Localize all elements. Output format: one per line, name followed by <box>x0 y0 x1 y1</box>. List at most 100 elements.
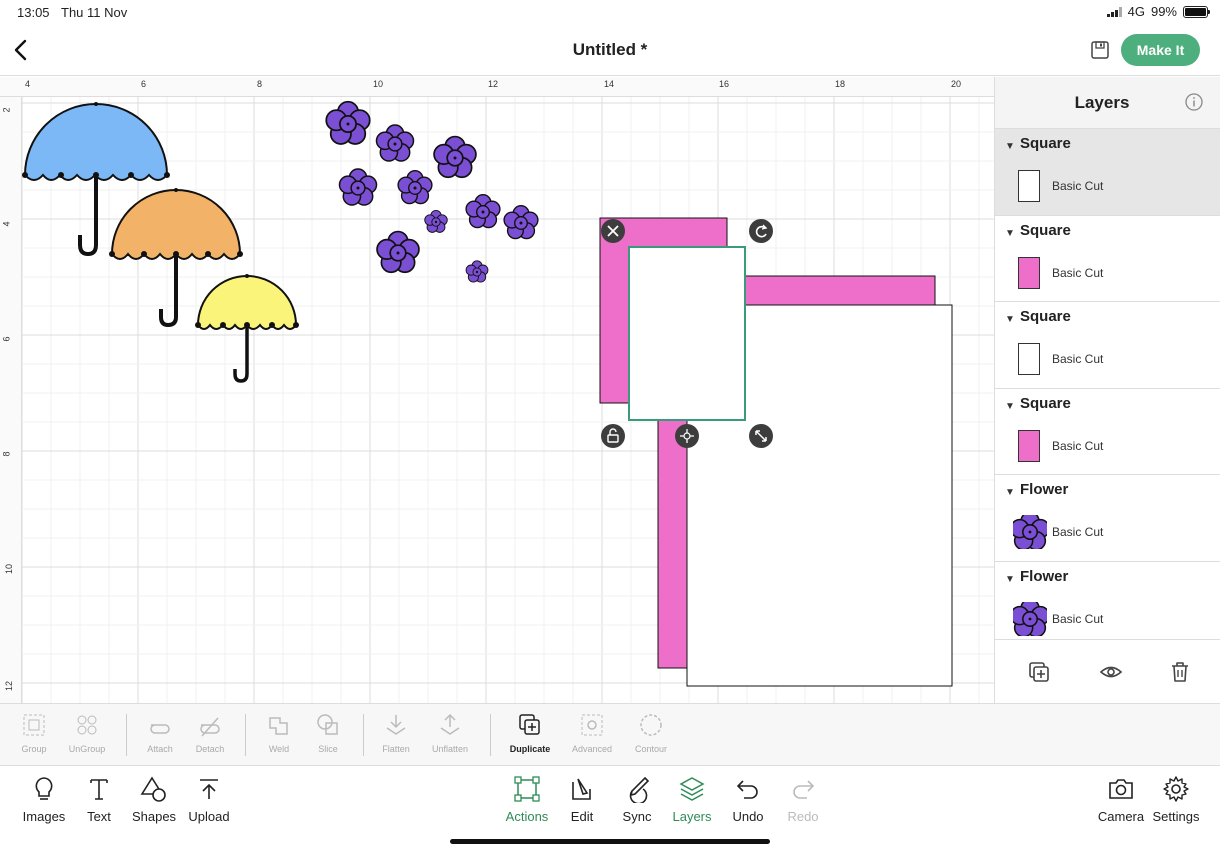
square-white-selected[interactable] <box>628 246 746 421</box>
layer-group-name: Flower <box>1020 567 1069 585</box>
layer-name[interactable]: Basic Cut <box>1052 612 1103 626</box>
edit-icon <box>572 778 591 800</box>
layer-name[interactable]: Basic Cut <box>1052 525 1103 539</box>
group-label: Group <box>21 744 47 754</box>
layers-footer <box>995 639 1220 703</box>
info-icon[interactable] <box>1185 93 1203 111</box>
delete-handle-icon[interactable] <box>601 219 625 243</box>
canvas-artwork <box>22 100 953 687</box>
shapes-icon <box>140 776 166 802</box>
settings-button[interactable]: Settings <box>1144 775 1208 824</box>
layer-group-square[interactable]: ▼ Square Basic Cut <box>995 302 1220 389</box>
actions-label: Actions <box>505 809 549 824</box>
collapse-triangle-icon[interactable]: ▼ <box>1005 574 1015 585</box>
layer-group-name: Square <box>1020 394 1071 412</box>
shapes-label: Shapes <box>131 809 177 824</box>
eye-icon[interactable] <box>1099 660 1123 684</box>
advanced-icon <box>581 714 603 736</box>
detach-label: Detach <box>195 744 225 754</box>
slice-button[interactable]: Slice <box>298 712 358 754</box>
separator <box>245 714 246 756</box>
layer-name[interactable]: Basic Cut <box>1052 352 1103 366</box>
status-right: 4G 99% <box>1106 4 1210 19</box>
detach-icon <box>200 717 220 737</box>
collapse-triangle-icon[interactable]: ▼ <box>1005 487 1015 498</box>
ungroup-button[interactable]: UnGroup <box>57 712 117 754</box>
layer-name[interactable]: Basic Cut <box>1052 266 1103 280</box>
lock-handle-icon[interactable] <box>601 424 625 448</box>
separator <box>363 714 364 756</box>
text-icon <box>90 779 108 800</box>
layer-group-square[interactable]: ▼ Square Basic Cut <box>995 216 1220 302</box>
edit-toolbar: Group UnGroup Attach Detach Weld Slice F… <box>0 703 1220 766</box>
layer-group-square[interactable]: ▼ Square Basic Cut <box>995 389 1220 475</box>
duplicate-button[interactable]: Duplicate <box>500 712 560 754</box>
upload-icon <box>200 779 218 799</box>
project-title: Untitled * <box>572 40 648 59</box>
separator <box>490 714 491 756</box>
move-handle-icon[interactable] <box>675 424 699 448</box>
square-thumbnail <box>1018 343 1040 375</box>
contour-icon <box>640 714 662 736</box>
contour-button[interactable]: Contour <box>621 712 681 754</box>
actions-icon <box>514 776 540 802</box>
edit-label: Edit <box>570 809 594 824</box>
unflatten-button[interactable]: Unflatten <box>420 712 480 754</box>
layer-group-flower[interactable]: ▼ Flower Basic Cut <box>995 475 1220 562</box>
undo-label: Undo <box>732 809 764 824</box>
ungroup-label: UnGroup <box>68 744 106 754</box>
unflatten-icon <box>440 713 460 735</box>
umbrella-yellow[interactable] <box>195 274 299 383</box>
advanced-button[interactable]: Advanced <box>562 712 622 754</box>
layers-header: Layers <box>995 77 1220 129</box>
save-icon[interactable] <box>1090 40 1110 60</box>
flower-cluster[interactable] <box>325 100 539 283</box>
layer-group-square[interactable]: ▼ Square Basic Cut <box>995 129 1220 216</box>
layer-name[interactable]: Basic Cut <box>1052 179 1103 193</box>
flatten-button[interactable]: Flatten <box>366 712 426 754</box>
group-button[interactable]: Group <box>4 712 64 754</box>
collapse-triangle-icon[interactable]: ▼ <box>1005 314 1015 325</box>
layers-list: ▼ Square Basic Cut ▼ Square Basic Cut ▼ Square B… <box>995 129 1220 648</box>
signal-icon <box>1106 6 1122 17</box>
separator <box>126 714 127 756</box>
weld-label: Weld <box>268 744 290 754</box>
layers-button[interactable]: Layers <box>660 775 724 824</box>
lightbulb-icon <box>35 777 53 800</box>
sync-pen-icon <box>629 776 650 803</box>
layer-group-name: Flower <box>1020 481 1069 498</box>
settings-label: Settings <box>1152 809 1200 824</box>
layer-group-flower[interactable]: ▼ Flower Basic Cut <box>995 562 1220 648</box>
status-bar: 13:05 Thu 11 Nov 4G 99% <box>0 0 1220 24</box>
redo-icon <box>793 780 815 799</box>
layer-name[interactable]: Basic Cut <box>1052 439 1103 453</box>
status-date: Thu 11 Nov <box>61 5 128 20</box>
battery-label: 99% <box>1150 4 1177 19</box>
battery-icon <box>1183 5 1210 18</box>
collapse-triangle-icon[interactable]: ▼ <box>1005 401 1015 412</box>
rotate-handle-icon[interactable] <box>749 219 773 243</box>
resize-handle-icon[interactable] <box>749 424 773 448</box>
layers-label: Layers <box>672 809 712 824</box>
images-label: Images <box>22 809 66 824</box>
duplicate-icon[interactable] <box>1027 660 1051 684</box>
bottom-toolbar: Images Text Shapes Upload Actions Edit S… <box>0 767 1220 853</box>
redo-label: Redo <box>787 809 819 824</box>
contour-label: Contour <box>634 744 668 754</box>
layers-icon <box>679 777 705 801</box>
weld-icon <box>269 717 288 735</box>
layer-group-name: Square <box>1020 308 1071 325</box>
trash-icon[interactable] <box>1168 660 1192 684</box>
flatten-icon <box>386 715 406 735</box>
unflatten-label: Unflatten <box>431 744 469 754</box>
redo-button[interactable]: Redo <box>771 775 835 824</box>
collapse-triangle-icon[interactable]: ▼ <box>1005 228 1015 239</box>
layer-group-name: Square <box>1020 221 1071 239</box>
layers-panel: Layers ▼ Square Basic Cut ▼ Square Basic Cut ▼… <box>994 77 1220 703</box>
ungroup-icon <box>77 715 97 735</box>
collapse-triangle-icon[interactable]: ▼ <box>1005 141 1015 152</box>
upload-button[interactable]: Upload <box>177 775 241 824</box>
make-it-button[interactable]: Make It <box>1121 34 1200 66</box>
detach-button[interactable]: Detach <box>180 712 240 754</box>
design-canvas[interactable]: 4 6 8 10 12 14 16 18 20 2 4 6 8 10 12 <box>0 77 994 703</box>
